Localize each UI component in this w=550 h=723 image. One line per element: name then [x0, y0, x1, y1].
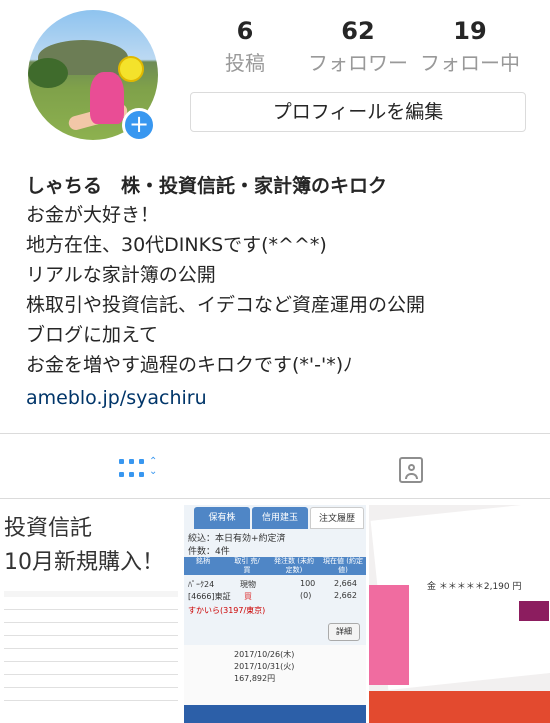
edit-profile-button[interactable]: プロフィールを編集 — [190, 92, 526, 132]
chevron-up-down-icon: ⌃ ⌄ — [149, 456, 158, 477]
post-thumbnail-3[interactable]: 金 ＊＊＊＊＊2,190 円 — [369, 505, 550, 723]
cell-price2: 2,662 — [334, 591, 357, 600]
table-row — [4, 623, 178, 636]
avatar-tree — [28, 58, 68, 88]
avatar-person — [90, 72, 124, 124]
profile-avatar-container[interactable]: + — [28, 10, 158, 142]
profile-stats: 6 投稿 62 フォロワー 19 フォロー中 — [190, 14, 530, 84]
post-bottom-banner — [369, 691, 550, 723]
post-thumbnail-1[interactable]: 投資信託 10月新規購入！ — [0, 505, 181, 723]
bio-line: ブログに加えて — [26, 324, 159, 346]
cell-qty: 100 — [300, 579, 316, 588]
table-row — [4, 610, 178, 623]
cell-date: 2017/10/26(木) — [234, 650, 295, 659]
stat-posts-count: 6 — [236, 17, 254, 45]
table-row — [4, 597, 178, 610]
stat-posts[interactable]: 6 投稿 — [210, 14, 280, 78]
post-logo-stamp — [519, 601, 549, 621]
avatar-face-sticker — [118, 56, 144, 82]
post-filter-info: 絞込：本日有効+約定済 件数：4件 — [188, 533, 286, 559]
bio-line: 地方在住、30代DINKSです(*^^*) — [26, 234, 327, 256]
post-thumbnail-2[interactable]: 保有株 信用建玉 注文履歴 絞込：本日有効+約定済 件数：4件 銘柄 取引 売/… — [184, 505, 366, 723]
table-row — [4, 636, 178, 649]
post-fund-table — [4, 597, 178, 701]
cell-price: 2,664 — [334, 579, 357, 588]
cell-qty2: (0) — [300, 591, 312, 600]
bio-line: お金を増やす過程のキロクです(*'‐'*)ﾉ — [26, 354, 353, 376]
stat-following-label: フォロー中 — [420, 51, 520, 75]
stat-following-count: 19 — [453, 17, 487, 45]
tagged-person-icon — [399, 457, 423, 483]
bio-line: お金が大好き！ — [26, 204, 160, 226]
post-tab: 保有株 — [194, 507, 250, 529]
detail-button: 詳細 — [328, 623, 360, 641]
bio-line: 株取引や投資信託、イデコなど資産運用の公開 — [26, 294, 426, 316]
post-tab: 注文履歴 — [310, 507, 364, 529]
table-row — [4, 649, 178, 662]
table-row — [4, 662, 178, 675]
cell-name: ﾊﾟｰｸ24 — [188, 580, 215, 589]
cell-subrow: すかいら(3197/東京) — [188, 606, 266, 615]
cell-side: 買 — [244, 592, 252, 601]
stat-following[interactable]: 19 フォロー中 — [412, 14, 528, 78]
col-header: 取引 売/買 — [234, 557, 260, 574]
post-order-details: 2017/10/26(木) 2017/10/31(火) 167,892円 — [184, 645, 366, 705]
post-tab: 信用建玉 — [252, 507, 308, 529]
table-row — [4, 675, 178, 688]
col-header: 発注数 (未約定数) — [274, 557, 314, 574]
post-title-line: 10月新規購入！ — [4, 550, 164, 575]
cell-amount: 167,892円 — [234, 674, 276, 683]
post-footer-bar — [184, 705, 366, 723]
profile-website-link[interactable]: ameblo.jp/syachiru — [26, 383, 536, 413]
cell-date: 2017/10/31(火) — [234, 662, 295, 671]
stat-followers[interactable]: 62 フォロワー — [298, 14, 418, 78]
stat-posts-label: 投稿 — [225, 51, 265, 75]
bio-line: リアルな家計簿の公開 — [26, 264, 216, 286]
stat-followers-label: フォロワー — [308, 51, 408, 75]
tabs-bottom-divider — [0, 498, 550, 499]
cell-code: [4666]東証 — [188, 592, 231, 601]
table-row — [4, 688, 178, 701]
post-receipt-amount: 金 ＊＊＊＊＊2,190 円 — [427, 582, 522, 592]
col-header: 現在値 (約定値) — [323, 557, 363, 574]
stat-followers-count: 62 — [341, 17, 375, 45]
col-header: 銘柄 — [196, 557, 210, 565]
grid-icon — [119, 459, 145, 481]
cell-type: 現物 — [240, 580, 256, 589]
profile-name: しゃちる 株・投資信託・家計簿のキロク — [26, 175, 388, 197]
post-title-line: 投資信託 — [4, 516, 93, 541]
tab-tagged[interactable] — [395, 455, 445, 485]
tabs-top-divider — [0, 433, 550, 434]
tab-grid[interactable]: ⌃ ⌄ — [115, 455, 165, 485]
post-pink-card — [369, 585, 409, 685]
profile-bio: しゃちる 株・投資信託・家計簿のキロク お金が大好き！ 地方在住、30代DINK… — [26, 172, 536, 413]
post-filter-line: 絞込：本日有効+約定済 — [188, 534, 286, 544]
post-table-header: 銘柄 取引 売/買 発注数 (未約定数) 現在値 (約定値) — [184, 557, 366, 575]
post-tabs: 保有株 信用建玉 注文履歴 — [184, 507, 366, 529]
plus-icon[interactable]: + — [122, 108, 156, 142]
